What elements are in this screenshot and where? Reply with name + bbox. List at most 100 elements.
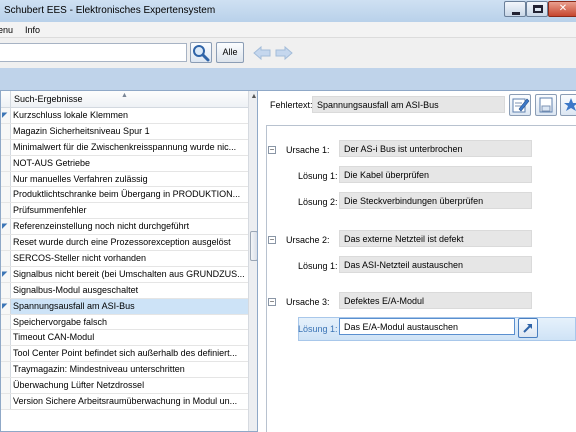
back-arrow-icon[interactable] bbox=[252, 45, 272, 61]
cause-1-label: Ursache 1: bbox=[286, 145, 330, 155]
list-item[interactable]: ◤ Referenzeinstellung noch nicht durchgef… bbox=[1, 219, 248, 236]
list-item-label: Signalbus nicht bereit (bei Umschalten a… bbox=[13, 268, 245, 279]
toolbar: Alle bbox=[0, 38, 576, 68]
results-list-pane: Such-Ergebnisse ▲ ◤ Kurzschluss lokale Kl… bbox=[0, 90, 258, 432]
row-gutter bbox=[1, 362, 11, 378]
cause-1-solution-2-field: Die Steckverbindungen überprüfen bbox=[339, 192, 532, 209]
list-item-label: Nur manuelles Verfahren zulässig bbox=[13, 173, 148, 184]
open-link-icon bbox=[523, 324, 532, 333]
cause-3-solution-1-label: Lösung 1: bbox=[298, 324, 338, 334]
list-item[interactable]: Überwachung Lüfter Netzdrossel bbox=[1, 378, 248, 395]
list-item[interactable]: Produktlichtschranke beim Übergang in PR… bbox=[1, 187, 248, 204]
list-item[interactable]: Prüfsummenfehler bbox=[1, 203, 248, 220]
cause-2-field: Das externe Netzteil ist defekt bbox=[339, 230, 532, 247]
cause-1-solution-2-label: Lösung 2: bbox=[298, 197, 338, 207]
row-pointer-icon: ◤ bbox=[2, 302, 8, 310]
cause-3-solution-1-field[interactable]: Das E/A-Modul austauschen bbox=[339, 318, 515, 335]
menu-item-info[interactable]: Info bbox=[25, 25, 40, 35]
list-item-label: SERCOS-Steller nicht vorhanden bbox=[13, 253, 147, 264]
list-item[interactable]: Minimalwert für die Zwischenkreisspannun… bbox=[1, 139, 248, 156]
maximize-button[interactable] bbox=[526, 1, 548, 17]
row-gutter bbox=[1, 330, 11, 346]
list-item-label: Kurzschluss lokale Klemmen bbox=[13, 110, 129, 120]
star-icon bbox=[564, 98, 576, 111]
row-gutter bbox=[1, 187, 11, 203]
row-pointer-icon: ◤ bbox=[2, 270, 8, 278]
list-item[interactable]: NOT-AUS Getriebe bbox=[1, 155, 248, 172]
row-gutter bbox=[1, 155, 11, 171]
minimize-icon bbox=[512, 12, 520, 15]
forward-arrow-icon[interactable] bbox=[274, 45, 294, 61]
list-item[interactable]: Version Sichere Arbeitsraumüberwachung i… bbox=[1, 394, 248, 410]
list-item-label: Prüfsummenfehler bbox=[13, 205, 87, 216]
list-item-label: Traymagazin: Mindestniveau unterschritte… bbox=[13, 364, 185, 375]
list-item[interactable]: ◤ Kurzschluss lokale Klemmen bbox=[1, 108, 248, 124]
close-icon: ✕ bbox=[558, 3, 568, 14]
list-item-label: Referenzeinstellung noch nicht durchgefü… bbox=[13, 221, 190, 232]
sort-icon: ▲ bbox=[121, 92, 128, 99]
row-header-gutter bbox=[1, 91, 11, 108]
menu-item-menu[interactable]: enu bbox=[0, 25, 13, 35]
edit-icon bbox=[512, 98, 530, 113]
edit-button[interactable] bbox=[509, 94, 531, 116]
row-gutter bbox=[1, 123, 11, 139]
list-item-label: Tool Center Point befindet sich außerhal… bbox=[13, 348, 238, 359]
list-item[interactable]: Tool Center Point befindet sich außerhal… bbox=[1, 346, 248, 363]
search-icon bbox=[193, 45, 210, 62]
list-item-label: Speichervorgabe falsch bbox=[13, 316, 108, 327]
list-item-label: Reset wurde durch eine Prozessorexceptio… bbox=[13, 237, 231, 248]
cause-1-field: Der AS-i Bus ist unterbrochen bbox=[339, 140, 532, 157]
search-button[interactable] bbox=[190, 42, 212, 63]
search-input[interactable] bbox=[0, 43, 187, 62]
collapse-cause-2-icon[interactable]: − bbox=[268, 236, 276, 244]
list-item[interactable]: Traymagazin: Mindestniveau unterschritte… bbox=[1, 362, 248, 379]
cause-3-field: Defektes E/A-Modul bbox=[339, 292, 532, 309]
row-gutter: ◤ bbox=[1, 266, 11, 282]
fehlertext-field: Spannungsausfall am ASI-Bus bbox=[312, 96, 505, 113]
list-item[interactable]: ◤ Signalbus nicht bereit (bei Umschalten … bbox=[1, 266, 248, 283]
row-pointer-icon: ◤ bbox=[2, 112, 8, 119]
list-item-label: Timeout CAN-Modul bbox=[13, 332, 95, 343]
maximize-icon bbox=[533, 5, 543, 13]
scrollbar-thumb[interactable] bbox=[250, 231, 257, 261]
list-item[interactable]: SERCOS-Steller nicht vorhanden bbox=[1, 251, 248, 267]
row-gutter bbox=[1, 203, 11, 219]
row-gutter bbox=[1, 394, 11, 409]
row-gutter bbox=[1, 282, 11, 298]
open-solution-button[interactable] bbox=[518, 318, 538, 338]
list-item[interactable]: Nur manuelles Verfahren zulässig bbox=[1, 171, 248, 188]
list-item[interactable]: Reset wurde durch eine Prozessorexceptio… bbox=[1, 235, 248, 252]
collapse-cause-3-icon[interactable]: − bbox=[268, 298, 276, 306]
list-item-label: Version Sichere Arbeitsraumüberwachung i… bbox=[13, 396, 238, 407]
new-button[interactable] bbox=[560, 94, 576, 116]
row-pointer-icon: ◤ bbox=[2, 223, 8, 231]
scroll-up-icon[interactable]: ▲ bbox=[250, 93, 257, 101]
cause-3-label: Ursache 3: bbox=[286, 297, 330, 307]
collapse-cause-1-icon[interactable]: − bbox=[268, 146, 276, 154]
fehlertext-label: Fehlertext: bbox=[270, 100, 313, 110]
save-icon bbox=[539, 97, 553, 113]
list-item[interactable]: Magazin Sicherheitsniveau Spur 1 bbox=[1, 123, 248, 140]
title-bar: Schubert EES - Elektronisches Expertensy… bbox=[0, 0, 576, 22]
list-item[interactable]: Timeout CAN-Modul bbox=[1, 330, 248, 347]
list-item-label: Minimalwert für die Zwischenkreisspannun… bbox=[13, 141, 237, 152]
list-item-label: Produktlichtschranke beim Übergang in PR… bbox=[13, 189, 241, 200]
results-column-header[interactable]: Such-Ergebnisse ▲ bbox=[1, 91, 248, 108]
row-gutter: ◤ bbox=[1, 298, 11, 314]
row-gutter bbox=[1, 251, 11, 266]
cause-1-solution-1-label: Lösung 1: bbox=[298, 171, 338, 181]
minimize-button[interactable] bbox=[504, 1, 526, 17]
row-gutter bbox=[1, 171, 11, 187]
list-item[interactable]: Signalbus-Modul ausgeschaltet bbox=[1, 282, 248, 299]
list-item-selected[interactable]: ◤ Spannungsausfall am ASI-Bus bbox=[1, 298, 248, 315]
row-gutter bbox=[1, 378, 11, 394]
list-item-label: Signalbus-Modul ausgeschaltet bbox=[13, 284, 139, 295]
vertical-scrollbar[interactable]: ▲ bbox=[248, 91, 257, 431]
row-gutter bbox=[1, 314, 11, 330]
list-item[interactable]: Speichervorgabe falsch bbox=[1, 314, 248, 331]
save-button[interactable] bbox=[535, 94, 557, 116]
close-button[interactable]: ✕ bbox=[548, 1, 576, 17]
list-item-label: Überwachung Lüfter Netzdrossel bbox=[13, 380, 145, 391]
all-button[interactable]: Alle bbox=[216, 42, 244, 63]
cause-2-solution-1-field: Das ASI-Netzteil austauschen bbox=[339, 256, 532, 273]
